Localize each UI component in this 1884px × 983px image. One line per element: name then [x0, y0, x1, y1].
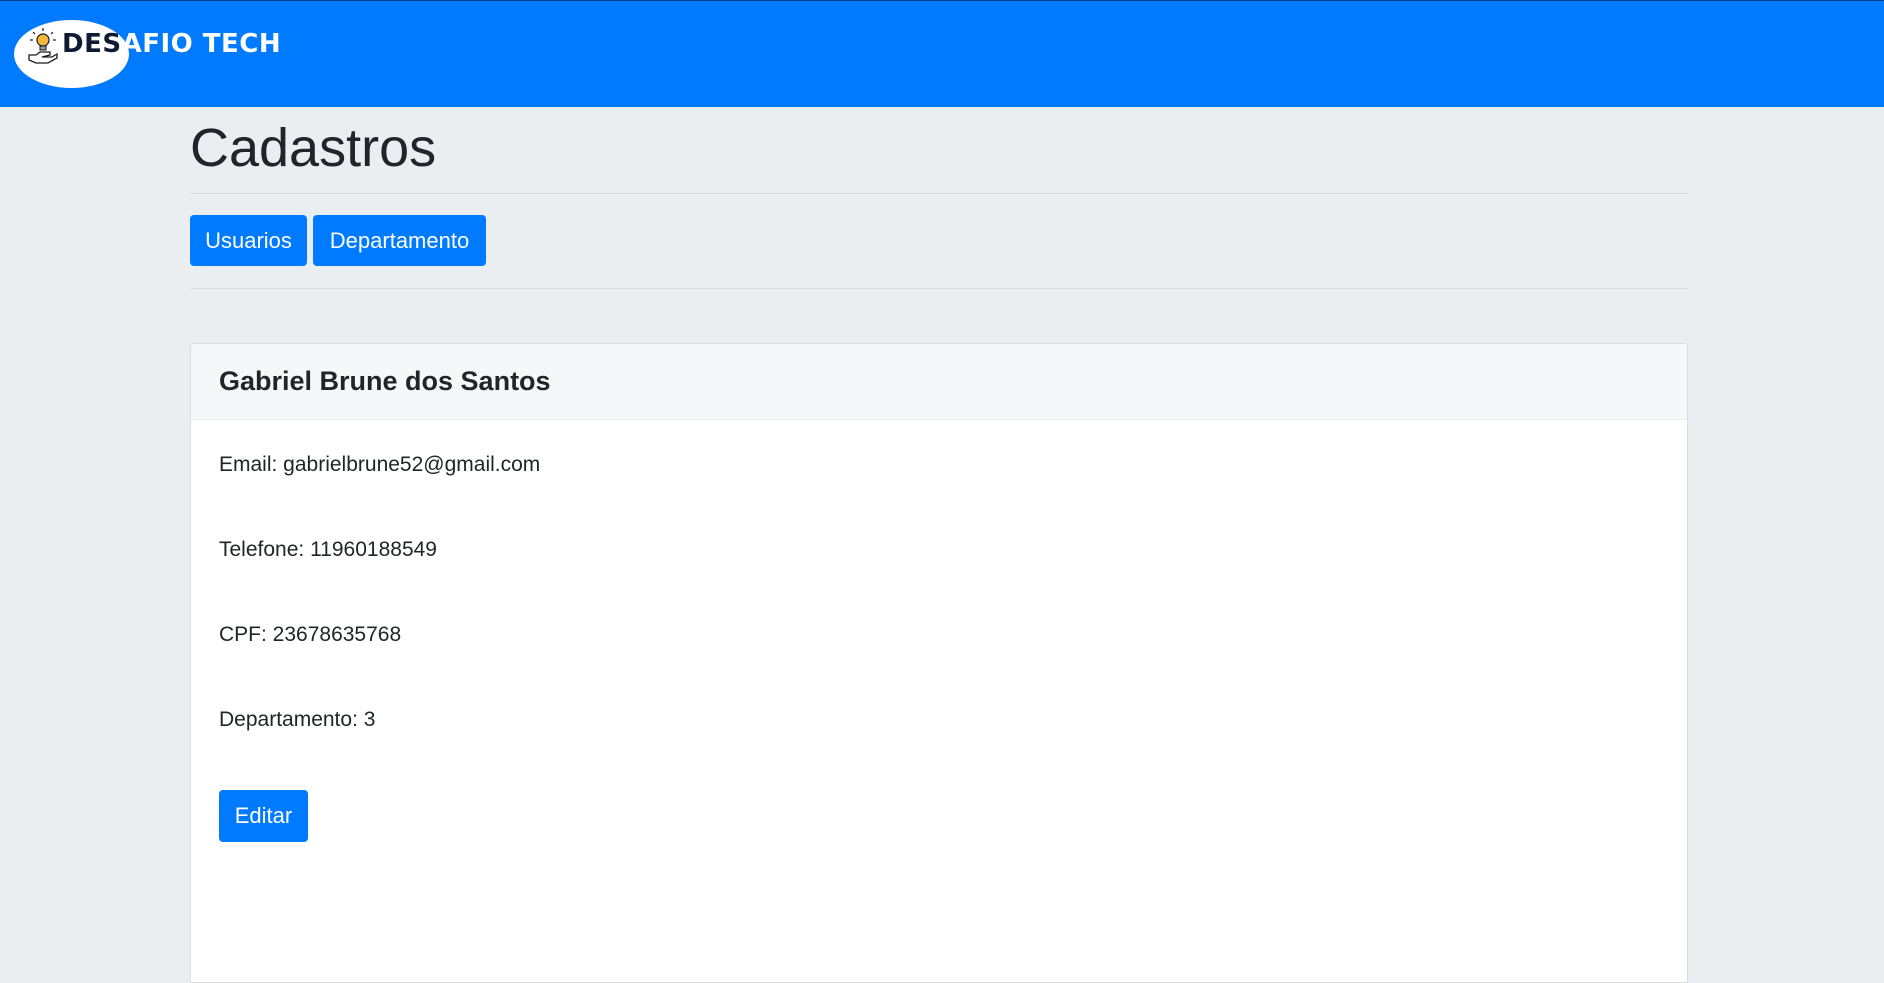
user-email: Email: gabrielbrune52@gmail.com: [219, 453, 541, 476]
departamento-button[interactable]: Departamento: [313, 215, 486, 266]
user-telefone: Telefone: 11960188549: [219, 538, 437, 561]
page-title: Cadastros: [190, 118, 437, 178]
user-name: Gabriel Brune dos Santos: [219, 366, 551, 396]
brand-wordmark: DESAFIO TECH: [62, 31, 281, 57]
edit-button[interactable]: Editar: [219, 790, 308, 842]
top-navbar: DESAFIO TECH: [0, 0, 1884, 107]
user-card: Gabriel Brune dos Santos Email: gabrielb…: [190, 343, 1688, 983]
user-cpf: CPF: 23678635768: [219, 623, 402, 646]
brand-wordmark-dark: DES: [62, 29, 122, 59]
divider: [190, 193, 1688, 194]
divider: [190, 288, 1688, 289]
user-departamento: Departamento: 3: [219, 708, 376, 731]
brand-wordmark-light: AFIO TECH: [121, 29, 282, 59]
lightbulb-hand-icon: [28, 28, 58, 64]
usuarios-button[interactable]: Usuarios: [190, 215, 307, 266]
card-header: Gabriel Brune dos Santos: [191, 344, 1687, 420]
